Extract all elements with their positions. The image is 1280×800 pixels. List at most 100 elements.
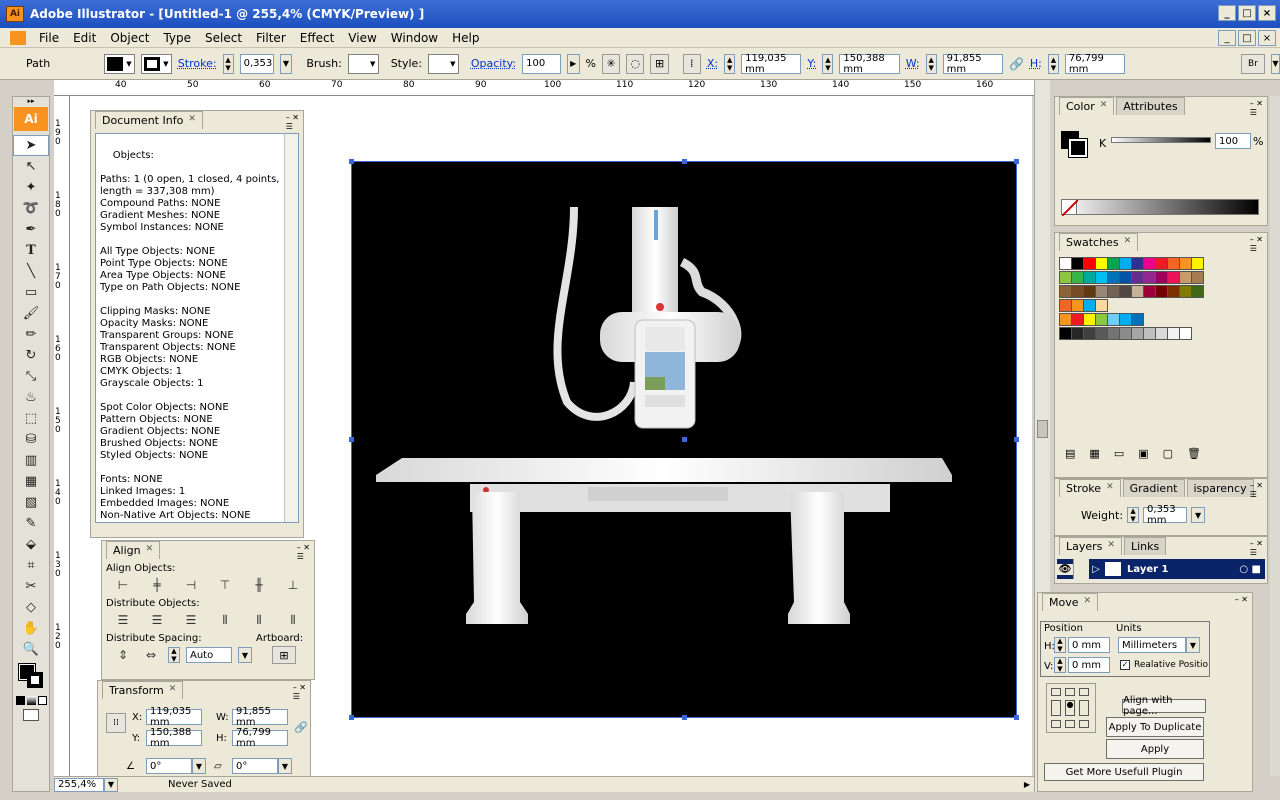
window-scrollbar[interactable] — [1270, 96, 1280, 776]
menu-view[interactable]: View — [341, 31, 383, 45]
target-circle-icon[interactable]: ○ ■ — [1239, 564, 1261, 575]
get-more-plugin-button[interactable]: Get More Usefull Plugin — [1044, 763, 1204, 781]
color-swatch[interactable] — [1191, 271, 1204, 284]
center-point[interactable] — [682, 437, 687, 442]
minimize-button[interactable]: _ — [1218, 5, 1236, 21]
fill-stroke-widget[interactable] — [13, 660, 49, 696]
style-picker[interactable]: ▼ — [428, 53, 459, 74]
scroll-thumb[interactable] — [1037, 420, 1048, 438]
tools-collapse-icon[interactable]: ▸▸ — [13, 97, 49, 107]
tab-attributes[interactable]: Attributes — [1116, 97, 1185, 115]
bounding-handle[interactable] — [1014, 159, 1019, 164]
distribute-right-icon[interactable]: ⫴ — [282, 611, 304, 629]
w-field[interactable]: 91,855 mm — [942, 53, 1003, 75]
transform-x-field[interactable]: 119,035 mm — [146, 706, 202, 728]
close-icon[interactable]: ✕ — [1084, 596, 1092, 609]
tab-align[interactable]: Align ✕ — [106, 541, 161, 559]
color-mode-icon[interactable] — [15, 696, 25, 705]
stroke-color-icon[interactable] — [1068, 138, 1088, 158]
menu-edit[interactable]: Edit — [66, 31, 103, 45]
tab-gradient[interactable]: Gradient — [1122, 479, 1185, 497]
move-h-field[interactable]: 0 mm — [1068, 637, 1110, 653]
shear-dropdown[interactable]: ▼ — [278, 758, 292, 774]
layer-name[interactable]: Layer 1 — [1127, 564, 1168, 575]
y-spinner[interactable]: ▲ ▼ — [822, 53, 834, 74]
tab-transparency[interactable]: isparency — [1186, 479, 1254, 497]
pencil-tool-icon[interactable]: ✏ — [13, 324, 49, 345]
transform-y-field[interactable]: 150,388 mm — [146, 727, 202, 749]
bounding-handle[interactable] — [349, 715, 354, 720]
k-field[interactable]: 100 — [1215, 133, 1251, 149]
w-link[interactable]: W: — [906, 57, 920, 70]
menu-window[interactable]: Window — [384, 31, 445, 45]
tab-links[interactable]: Links — [1123, 537, 1167, 555]
close-icon[interactable]: ✕ — [169, 684, 177, 697]
move-v-spinner[interactable]: ▲ ▼ — [1054, 657, 1066, 673]
tab-move[interactable]: Move ✕ — [1042, 593, 1099, 611]
tab-swatches[interactable]: Swatches ✕ — [1059, 233, 1139, 251]
opacity-link[interactable]: Opacity: — [471, 57, 516, 70]
hand-tool-icon[interactable]: ✋ — [13, 618, 49, 639]
panel-menu-icon[interactable]: – ✕ ☰ — [1250, 539, 1263, 557]
transform-h-field[interactable]: 76,799 mm — [232, 727, 288, 749]
menu-filter[interactable]: Filter — [249, 31, 293, 45]
menu-effect[interactable]: Effect — [293, 31, 342, 45]
pen-tool-icon[interactable]: ✒ — [13, 219, 49, 240]
horizontal-ruler[interactable]: 40 50 60 70 80 90 100 110 120 130 140 15… — [54, 80, 1034, 96]
close-icon[interactable]: ✕ — [146, 544, 154, 557]
tab-layers[interactable]: Layers ✕ — [1059, 537, 1122, 555]
magic-wand-tool-icon[interactable]: ✦ — [13, 177, 49, 198]
distribute-hspace-icon[interactable]: ⇔ — [140, 646, 162, 664]
align-with-page-button[interactable]: Align with page... — [1122, 695, 1206, 717]
constrain-link-icon[interactable]: 🔗 — [1009, 57, 1024, 71]
align-dropdown-icon[interactable]: ⊞ — [650, 53, 669, 74]
move-v-field[interactable]: 0 mm — [1068, 657, 1110, 673]
type-tool-icon[interactable]: T — [13, 240, 49, 261]
x-link[interactable]: X: — [707, 57, 718, 70]
reference-point-icon[interactable]: ⁞⁞ — [106, 713, 126, 733]
bounding-handle[interactable] — [1014, 437, 1019, 442]
tab-color[interactable]: Color ✕ — [1059, 97, 1115, 115]
stroke-swatch[interactable]: ▼ — [140, 53, 172, 74]
document-icon[interactable] — [10, 30, 26, 45]
live-paint-tool-icon[interactable]: ⬙ — [13, 534, 49, 555]
eyedropper-tool-icon[interactable]: ✎ — [13, 513, 49, 534]
y-field[interactable]: 150,388 mm — [839, 53, 900, 75]
close-button[interactable]: × — [1258, 5, 1276, 21]
units-select[interactable]: Millimeters — [1118, 637, 1186, 653]
units-dropdown[interactable]: ▼ — [1186, 637, 1200, 653]
warp-tool-icon[interactable]: ♨ — [13, 387, 49, 408]
k-slider[interactable] — [1111, 137, 1211, 143]
spacing-field[interactable]: Auto — [186, 647, 232, 663]
gradient-mode-icon[interactable] — [26, 696, 36, 705]
tab-document-info[interactable]: Document Info ✕ — [95, 111, 203, 129]
apply-to-duplicate-button[interactable]: Apply To Duplicate — [1106, 717, 1204, 737]
weight-spinner[interactable]: ▲ ▼ — [1127, 507, 1140, 523]
expand-triangle-icon[interactable]: ▷ — [1089, 564, 1103, 575]
align-to-artboard-icon[interactable]: ⊞ — [272, 646, 296, 664]
rotate-dropdown[interactable]: ▼ — [192, 758, 206, 774]
recolor-icon[interactable]: ✳ — [602, 53, 621, 74]
stroke-spinner[interactable]: ▲ ▼ — [222, 53, 234, 74]
distribute-hcenter-icon[interactable]: ⫴ — [248, 611, 270, 629]
none-mode-icon[interactable] — [37, 696, 47, 705]
tab-stroke[interactable]: Stroke ✕ — [1059, 479, 1121, 497]
apply-button[interactable]: Apply — [1106, 739, 1204, 759]
distribute-vspace-icon[interactable]: ⇕ — [112, 646, 134, 664]
bounding-handle[interactable] — [349, 437, 354, 442]
control-menu-dropdown[interactable]: ▼ — [1270, 53, 1280, 74]
align-right-icon[interactable]: ⊣ — [180, 576, 202, 594]
spacing-dropdown[interactable]: ▼ — [238, 647, 252, 663]
panel-menu-icon[interactable]: – ✕ — [1235, 595, 1248, 604]
menu-help[interactable]: Help — [445, 31, 486, 45]
distribute-left-icon[interactable]: ⫴ — [214, 611, 236, 629]
visibility-eye-icon[interactable]: 👁 — [1057, 563, 1073, 575]
stroke-color-icon[interactable] — [27, 672, 43, 688]
doc-minimize-button[interactable]: _ — [1218, 30, 1236, 46]
distribute-vcenter-icon[interactable]: ☰ — [146, 611, 168, 629]
column-graph-tool-icon[interactable]: ▥ — [13, 450, 49, 471]
shear-field[interactable]: 0° — [232, 758, 278, 774]
move-h-spinner[interactable]: ▲ ▼ — [1054, 637, 1066, 653]
close-icon[interactable]: ✕ — [1124, 236, 1132, 249]
zoom-tool-icon[interactable]: 🔍 — [13, 639, 49, 660]
